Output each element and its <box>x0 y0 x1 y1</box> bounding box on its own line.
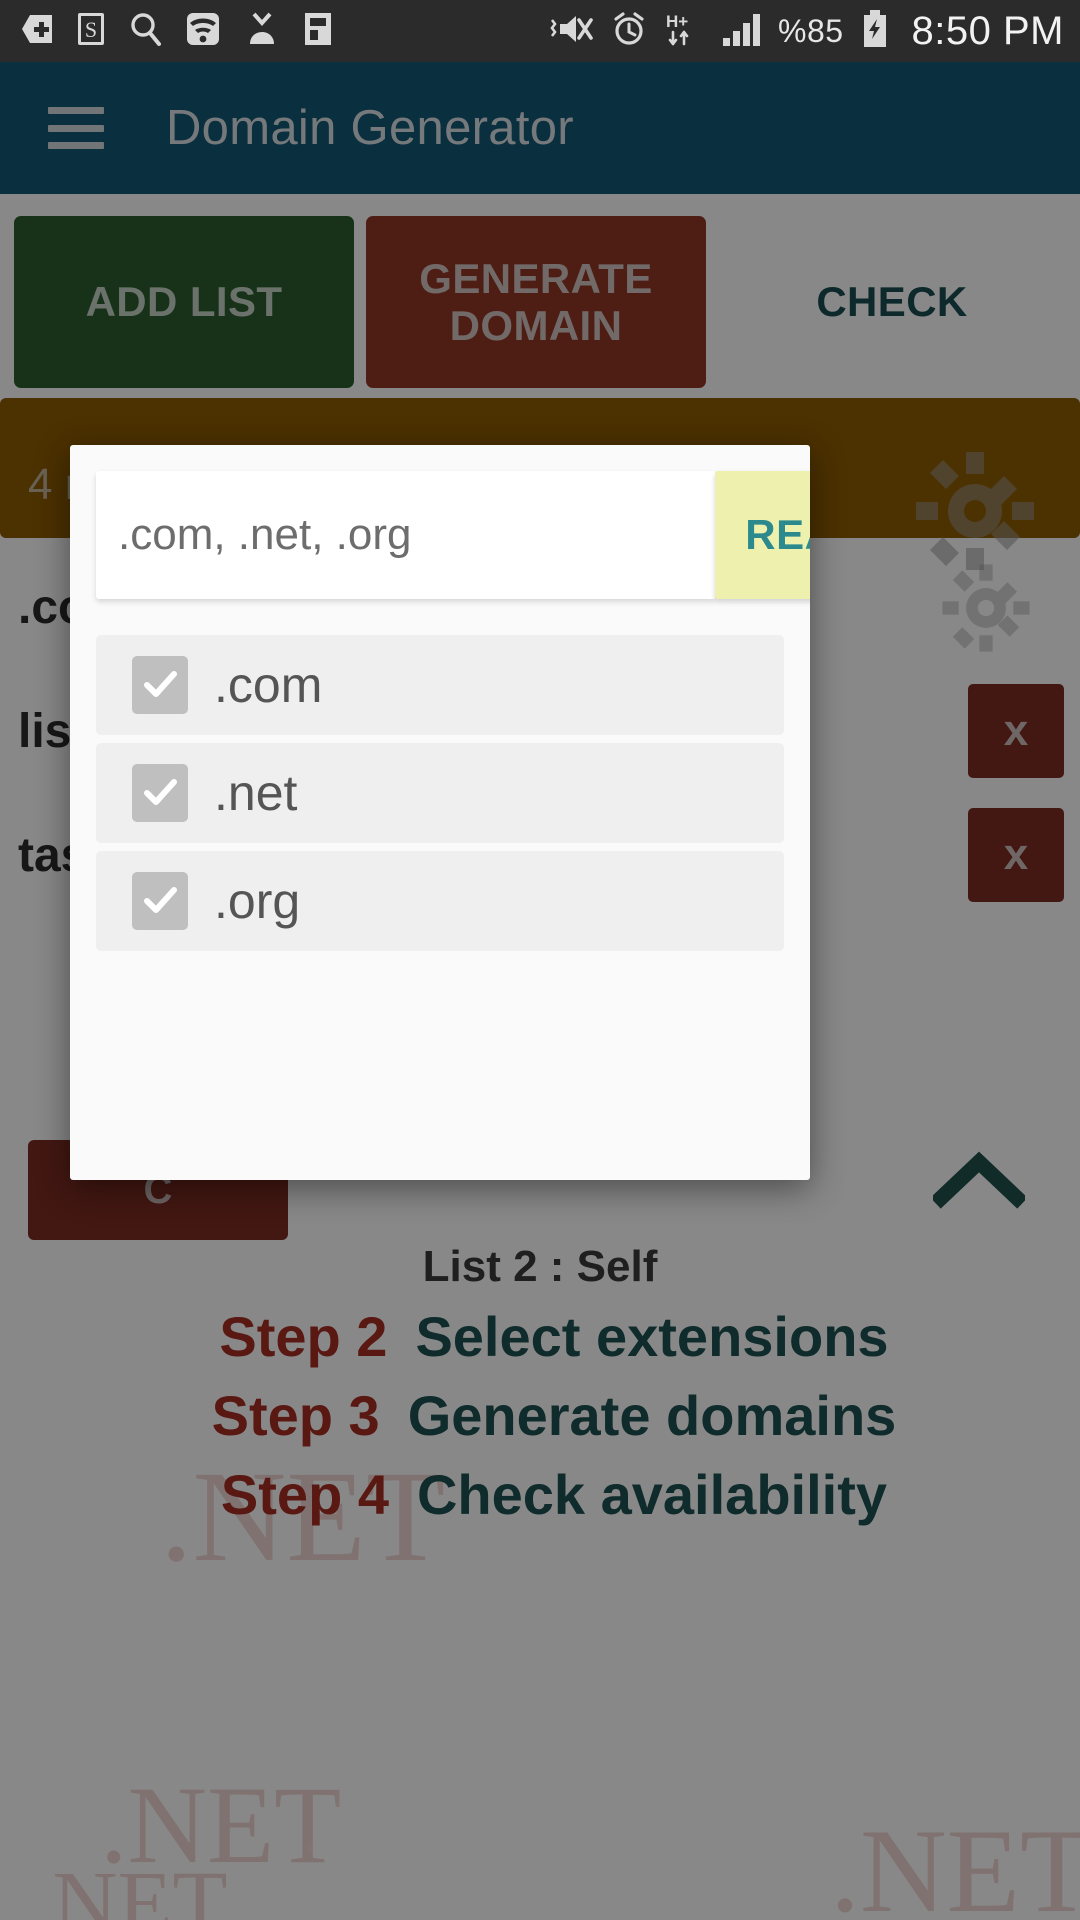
gear-icon[interactable] <box>938 560 1034 661</box>
dialog-input-row: READY <box>70 445 810 599</box>
steps-panel: List 2 : Self Step 2 Select extensions S… <box>0 1242 1080 1541</box>
extensions-input[interactable] <box>96 471 715 599</box>
ready-button[interactable]: READY <box>715 471 810 599</box>
chevron-up-icon[interactable] <box>924 1124 1034 1234</box>
delete-row-button[interactable]: x <box>968 684 1064 778</box>
watermark-word: .ORG <box>300 1754 560 1876</box>
screen-root: S H+ %85 8:50 PM Domain Generator ADD LI… <box>0 0 1080 1920</box>
step-title: Check availability <box>416 1463 887 1526</box>
battery-percentage-label: %85 <box>777 12 844 49</box>
status-bar: S H+ %85 8:50 PM <box>0 0 1080 62</box>
watermark-word: .COM <box>480 1723 688 1814</box>
extension-label: .net <box>214 765 298 821</box>
wifi-icon <box>184 11 222 52</box>
step-number: Step 4 <box>220 1463 389 1526</box>
battery-charging-icon <box>860 9 890 54</box>
status-bar-notification-icons: S <box>20 11 334 52</box>
step-row: Step 4 Check availability <box>193 1462 887 1527</box>
watermark-word: .ORG <box>820 1892 1023 1920</box>
hamburger-menu-icon[interactable] <box>48 107 104 149</box>
primary-action-row: ADD LIST GENERATE DOMAIN CHECK <box>0 202 1080 388</box>
extension-picker-dialog: READY .com .net .org <box>70 445 810 1180</box>
check-button[interactable]: CHECK <box>718 216 1066 388</box>
checkbox-checked-icon[interactable] <box>132 764 188 822</box>
contact-sync-icon <box>244 11 280 52</box>
page-title: Domain Generator <box>166 101 574 155</box>
list2-label: List 2 : Self <box>422 1242 658 1291</box>
step-row: Step 2 Select extensions <box>191 1304 888 1369</box>
step-number: Step 3 <box>211 1384 380 1447</box>
flipboard-icon <box>302 11 334 52</box>
checkbox-checked-icon[interactable] <box>132 656 188 714</box>
hplus-network-icon: H+ <box>664 10 704 53</box>
plus-badge-icon <box>20 11 54 52</box>
extension-row-com[interactable]: .com <box>96 635 784 735</box>
delete-row-button[interactable]: x <box>968 808 1064 902</box>
extension-list: .com .net .org <box>70 599 810 951</box>
extension-label: .org <box>214 873 301 929</box>
search-icon <box>128 11 162 52</box>
watermark-word: .ORG <box>900 1545 1080 1711</box>
s-app-icon: S <box>76 11 106 52</box>
generate-domain-button[interactable]: GENERATE DOMAIN <box>366 216 706 388</box>
mute-vibrate-icon <box>548 11 594 52</box>
step-number: Step 2 <box>219 1305 388 1368</box>
watermark-word: .NET <box>30 1854 228 1920</box>
status-bar-clock: 8:50 PM <box>911 8 1064 53</box>
alarm-clock-icon <box>610 11 648 52</box>
svg-text:H+: H+ <box>666 12 688 31</box>
step-title: Select extensions <box>415 1305 889 1368</box>
svg-text:S: S <box>85 17 97 42</box>
signal-bars-icon <box>720 10 762 53</box>
watermark-word: .ORG <box>620 1784 904 1917</box>
checkbox-checked-icon[interactable] <box>132 872 188 930</box>
status-bar-system-icons: H+ %85 8:50 PM <box>548 9 1064 54</box>
extension-row-org[interactable]: .org <box>96 851 784 951</box>
step-title: Generate domains <box>407 1384 897 1447</box>
watermark-word: .NET <box>100 1764 342 1886</box>
step-row: Step 3 Generate domains <box>184 1383 897 1448</box>
add-list-button[interactable]: ADD LIST <box>14 216 354 388</box>
watermark-word: .NET <box>830 1804 1080 1920</box>
app-bar: Domain Generator <box>0 62 1080 194</box>
extension-row-net[interactable]: .net <box>96 743 784 843</box>
extension-label: .com <box>214 657 323 713</box>
